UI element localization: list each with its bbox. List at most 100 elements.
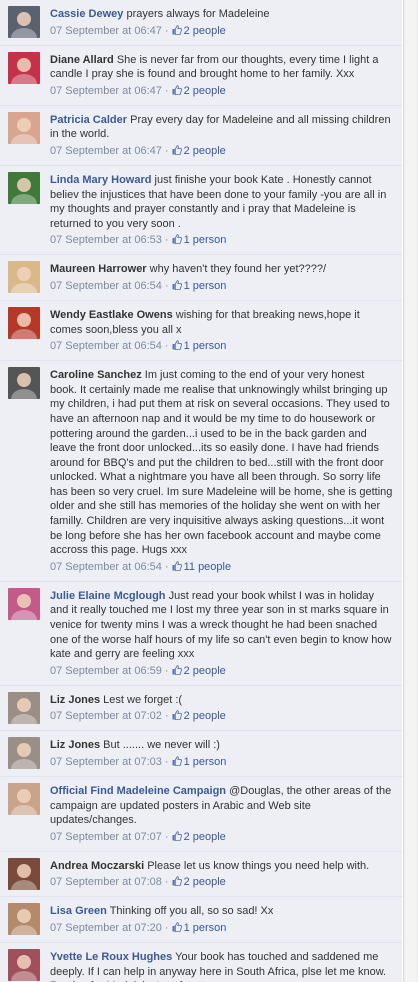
likes-count[interactable]: 1 person [184,922,227,934]
meta-separator: · [164,234,169,247]
comment-timestamp[interactable]: 07 September at 07:08 [50,876,162,888]
comment-timestamp[interactable]: 07 September at 06:47 [50,85,162,97]
avatar[interactable] [8,948,40,981]
meta-separator: · [164,144,169,157]
likes-link[interactable]: 1 person [172,340,227,352]
comment-meta: 07 September at 06:53 · 1 person [50,234,394,247]
likes-link[interactable]: 1 person [172,756,227,768]
comment-timestamp[interactable]: 07 September at 06:54 [50,340,162,352]
likes-count[interactable]: 1 person [184,234,227,246]
comment-author-link[interactable]: Liz Jones [50,739,100,751]
meta-separator: · [164,340,169,353]
comment-author-link[interactable]: Official Find Madeleine Campaign [50,785,226,797]
avatar[interactable] [8,111,40,144]
comment-meta: 07 September at 06:54 · 1 person [50,340,394,353]
comment-item: Liz Jones Lest we forget :( 07 September … [0,685,402,732]
scrollbar[interactable] [403,0,418,982]
thumbs-up-icon [172,280,182,290]
comment-meta: 07 September at 06:47 · 2 people [50,25,394,38]
avatar[interactable] [8,367,40,400]
comment-body: prayers always for Madeleine [123,8,270,20]
comment-body: why haven't they found her yet????/ [146,263,327,276]
avatar[interactable] [8,737,40,770]
comment-timestamp[interactable]: 07 September at 07:20 [50,922,162,934]
comment-timestamp[interactable]: 07 September at 07:07 [50,831,162,843]
avatar[interactable] [8,51,40,84]
avatar[interactable] [8,6,40,38]
likes-link[interactable]: 2 people [172,665,226,677]
comment-timestamp[interactable]: 07 September at 07:02 [50,710,162,722]
likes-count[interactable]: 2 people [184,876,226,888]
comment-item: Patricia Calder Pray every day for Madel… [0,105,402,166]
comment-author-link[interactable]: Maureen Harrower [50,263,147,275]
likes-link[interactable]: 2 people [172,145,226,157]
comment-meta: 07 September at 07:08 · 2 people [50,876,394,889]
likes-count[interactable]: 1 person [184,756,227,768]
likes-count[interactable]: 2 people [184,85,226,97]
avatar[interactable] [8,306,40,339]
likes-count[interactable]: 2 people [184,710,226,722]
likes-count[interactable]: 2 people [184,831,226,843]
comment-timestamp[interactable]: 07 September at 06:47 [50,145,162,157]
comment-timestamp[interactable]: 07 September at 07:03 [50,756,162,768]
comment-timestamp[interactable]: 07 September at 06:59 [50,665,162,677]
comment-timestamp[interactable]: 07 September at 06:54 [50,280,162,292]
avatar[interactable] [8,857,40,890]
comment-author-link[interactable]: Andrea Moczarski [50,860,144,872]
comment-meta: 07 September at 07:20 · 1 person [50,922,394,935]
comment-author-link[interactable]: Patricia Calder [50,114,127,126]
comment-item: Maureen Harrower why haven't they found … [0,255,402,301]
likes-count[interactable]: 11 people [184,561,232,573]
comment-author-link[interactable]: Diane Allard [50,54,114,66]
likes-count[interactable]: 1 person [184,340,227,352]
likes-link[interactable]: 1 person [172,234,227,246]
comment-author-link[interactable]: Wendy Eastlake Owens [50,309,173,321]
comment-timestamp[interactable]: 07 September at 06:53 [50,234,162,246]
comment-body: Please let us know things you need help … [144,859,370,872]
likes-link[interactable]: 2 people [172,710,226,722]
comment-timestamp[interactable]: 07 September at 06:54 [50,561,162,573]
comment-timestamp[interactable]: 07 September at 06:47 [50,25,162,37]
comment-body: Im just coming to the end of your very h… [50,369,393,557]
comment-item: Andrea Moczarski Please let us know thin… [0,851,402,898]
likes-count[interactable]: 1 person [184,280,227,292]
avatar[interactable] [8,261,40,294]
avatar[interactable] [8,903,40,936]
meta-separator: · [164,84,169,97]
meta-separator: · [164,756,169,768]
avatar[interactable] [8,171,40,204]
likes-link[interactable]: 11 people [172,561,232,573]
avatar[interactable] [8,587,40,620]
likes-link[interactable]: 1 person [172,922,227,934]
likes-count[interactable]: 2 people [184,665,226,677]
likes-link[interactable]: 1 person [172,280,227,292]
thumbs-up-icon [172,922,182,932]
likes-link[interactable]: 2 people [172,876,226,888]
scrollbar-track[interactable] [406,0,416,982]
meta-separator: · [164,876,169,889]
comment-body: But ....... we never will :) [100,739,220,752]
avatar[interactable] [8,783,40,815]
meta-separator: · [164,24,169,37]
avatar[interactable] [8,691,40,724]
likes-count[interactable]: 2 people [184,25,226,37]
comment-meta: 07 September at 07:07 · 2 people [50,831,394,844]
likes-link[interactable]: 2 people [172,831,226,843]
comment-text: Diane Allard She is never far from our t… [50,53,394,82]
comment-author-link[interactable]: Julie Elaine Mcglough [50,590,166,602]
comment-meta: 07 September at 06:54 · 1 person [50,280,394,293]
likes-link[interactable]: 2 people [172,25,226,37]
comment-author-link[interactable]: Lisa Green [50,905,107,917]
meta-separator: · [164,560,169,573]
thumbs-up-icon [172,234,182,245]
likes-count[interactable]: 2 people [184,145,226,157]
comment-author-link[interactable]: Liz Jones [50,694,100,706]
comment-body: Lest we forget :( [100,693,183,706]
comment-text: Maureen Harrower why haven't they found … [50,262,394,277]
comment-item: Cassie Dewey prayers always for Madelein… [0,0,402,46]
comment-author-link[interactable]: Yvette Le Roux Hughes [50,951,172,963]
comment-author-link[interactable]: Linda Mary Howard [50,174,151,186]
comment-author-link[interactable]: Cassie Dewey [50,8,123,20]
comment-author-link[interactable]: Caroline Sanchez [50,369,142,381]
likes-link[interactable]: 2 people [172,85,226,97]
